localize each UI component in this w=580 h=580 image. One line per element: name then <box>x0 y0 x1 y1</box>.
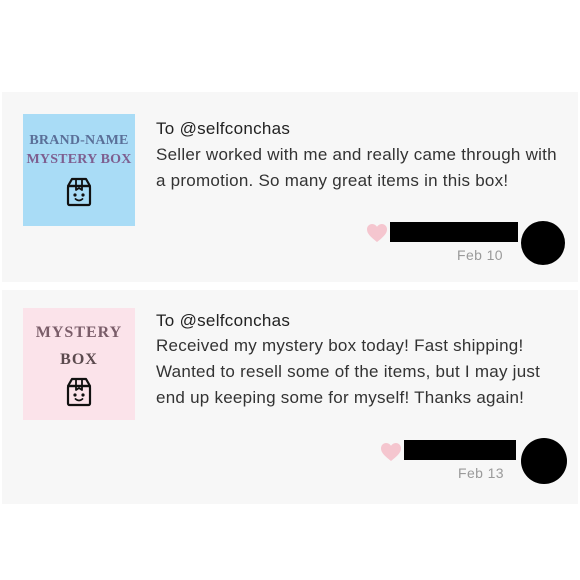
thumbnail-line-2: MYSTERY BOX <box>26 152 132 167</box>
listing-thumbnail[interactable]: BRAND-NAME MYSTERY BOX <box>23 114 135 226</box>
redacted-username <box>390 222 518 242</box>
review-recipient: To @selfconchas <box>156 311 291 330</box>
mystery-box-icon <box>66 377 92 407</box>
review-text: Seller worked with me and really came th… <box>156 145 557 190</box>
review-item: MYSTERY BOX To @selfconchas Received my … <box>2 290 578 504</box>
review-date: Feb 10 <box>457 247 503 263</box>
mystery-box-icon <box>66 177 92 207</box>
heart-icon[interactable] <box>366 223 388 243</box>
divider <box>2 282 578 290</box>
thumbnail-caption: BRAND-NAME MYSTERY BOX <box>26 131 131 169</box>
review-recipient: To @selfconchas <box>156 119 291 138</box>
avatar[interactable] <box>521 221 565 265</box>
review-item: BRAND-NAME MYSTERY BOX To @selfconchas S… <box>2 92 578 282</box>
listing-thumbnail[interactable]: MYSTERY BOX <box>23 308 135 420</box>
avatar[interactable] <box>521 438 567 484</box>
heart-icon[interactable] <box>380 442 402 462</box>
reviews-panel: BRAND-NAME MYSTERY BOX To @selfconchas S… <box>2 92 578 504</box>
review-date: Feb 13 <box>458 465 504 481</box>
thumbnail-line-2: BOX <box>60 351 98 368</box>
thumbnail-line-1: MYSTERY <box>35 324 123 341</box>
review-text: Received my mystery box today! Fast ship… <box>156 336 541 407</box>
thumbnail-caption: MYSTERY BOX <box>36 319 122 373</box>
redacted-username <box>404 440 516 460</box>
thumbnail-line-1: BRAND-NAME <box>29 133 129 148</box>
